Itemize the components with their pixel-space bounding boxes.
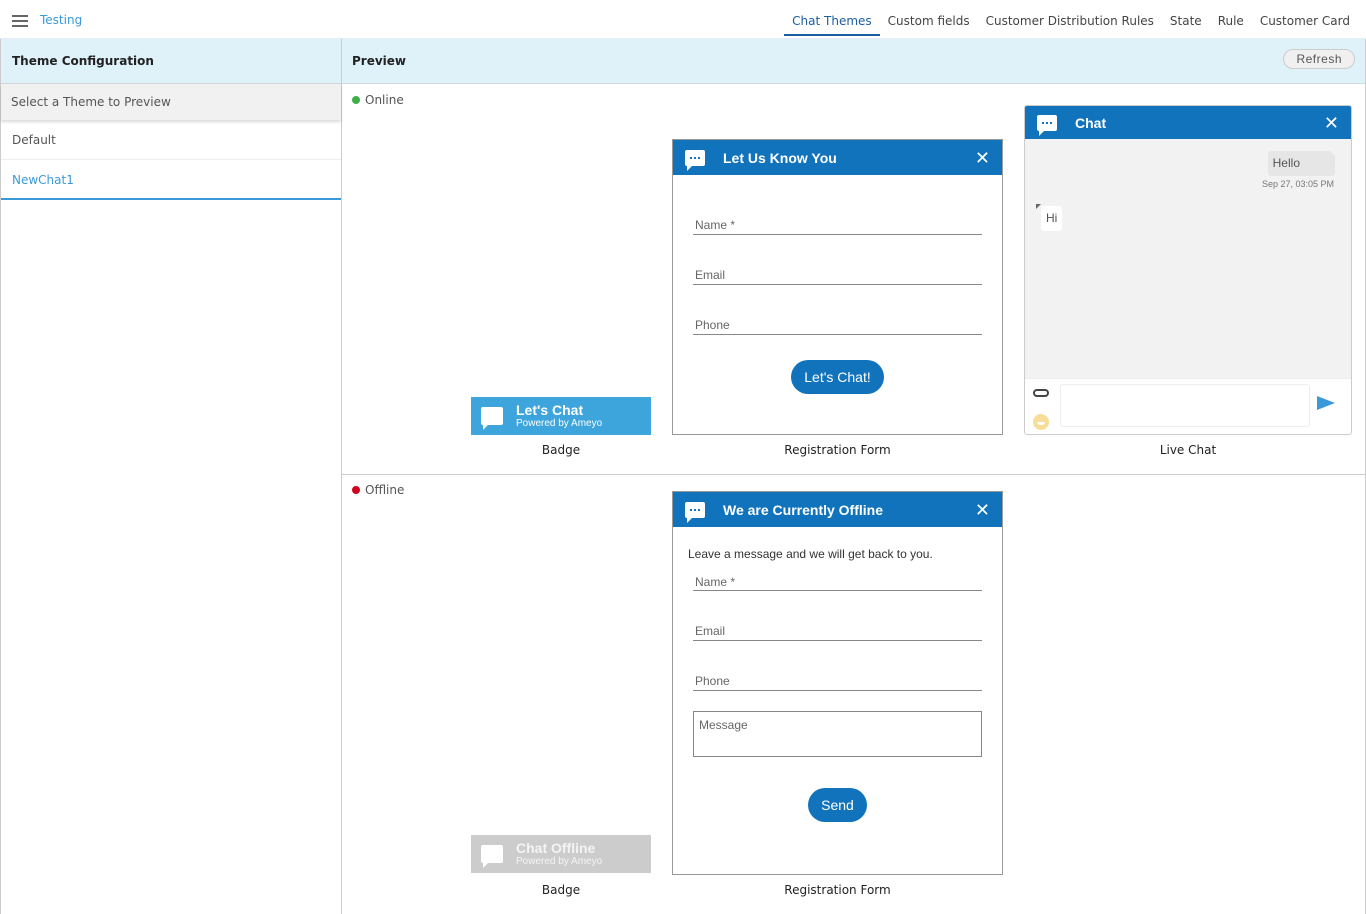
offline-name-input[interactable] [693, 557, 982, 590]
offline-badge[interactable]: Chat Offline Powered by Ameyo [471, 835, 651, 873]
chat-bubble-icon [481, 407, 503, 430]
close-icon[interactable]: ✕ [1324, 114, 1339, 132]
menu-icon[interactable] [12, 15, 28, 27]
chat-icon [685, 149, 705, 171]
offline-badge-title: Chat Offline [516, 839, 596, 856]
live-chat-title: Chat [1075, 114, 1107, 131]
online-status-label: Online [365, 93, 404, 107]
refresh-button[interactable]: Refresh [1283, 49, 1355, 69]
chat-messages: Hello Sep 27, 03:05 PM Hi [1025, 139, 1351, 379]
send-icon[interactable] [1317, 396, 1335, 410]
theme-configuration-panel: Theme Configuration Select a Theme to Pr… [0, 39, 342, 914]
online-status: Online [352, 93, 404, 107]
offline-form-header: We are Currently Offline ✕ [673, 492, 1002, 527]
top-bar: Testing Chat Themes Custom fields Custom… [0, 0, 1366, 39]
preview-panel: Preview Refresh Online Let's Chat Powere… [342, 39, 1366, 914]
incoming-message: Hi [1035, 204, 1063, 231]
tab-customer-distribution-rules[interactable]: Customer Distribution Rules [978, 0, 1162, 36]
tab-state[interactable]: State [1162, 0, 1210, 36]
offline-form-title: We are Currently Offline [723, 501, 884, 518]
close-icon[interactable]: ✕ [975, 149, 990, 167]
theme-configuration-title: Theme Configuration [1, 39, 341, 84]
offline-badge-caption: Badge [541, 883, 581, 897]
theme-item-default[interactable]: Default [1, 120, 341, 160]
online-status-dot [352, 96, 360, 104]
online-name-input[interactable] [693, 199, 982, 234]
online-email-input[interactable] [693, 249, 982, 284]
chat-input-bar [1025, 378, 1351, 434]
tab-rule[interactable]: Rule [1210, 0, 1252, 36]
online-form-header: Let Us Know You ✕ [673, 140, 1002, 175]
app-title[interactable]: Testing [40, 13, 82, 27]
live-chat-caption: Live Chat [1159, 443, 1217, 457]
message-timestamp: Sep 27, 03:05 PM [1261, 179, 1334, 189]
online-name-field[interactable] [693, 199, 982, 235]
offline-name-field[interactable] [693, 557, 982, 591]
online-badge[interactable]: Let's Chat Powered by Ameyo [471, 397, 651, 435]
online-badge-title: Let's Chat [516, 401, 584, 418]
attachment-icon[interactable] [1033, 389, 1049, 397]
online-registration-form: Let Us Know You ✕ Let's Chat! [672, 139, 1003, 435]
outgoing-message: Hello [1267, 151, 1337, 176]
offline-badge-subtitle: Powered by Ameyo [516, 855, 603, 867]
offline-email-input[interactable] [693, 605, 982, 640]
online-badge-subtitle: Powered by Ameyo [516, 417, 603, 429]
emoji-icon[interactable] [1033, 414, 1049, 430]
offline-email-field[interactable] [693, 605, 982, 641]
section-divider [342, 474, 1366, 475]
online-email-field[interactable] [693, 249, 982, 285]
offline-status-label: Offline [365, 483, 405, 497]
online-phone-input[interactable] [693, 299, 982, 334]
live-chat-window: Chat ✕ Hello Sep 27, 03:05 PM Hi [1024, 105, 1352, 435]
lets-chat-button[interactable]: Let's Chat! [791, 360, 884, 394]
live-chat-header: Chat ✕ [1025, 106, 1351, 139]
chat-message-input[interactable] [1060, 384, 1310, 427]
theme-item-newchat1[interactable]: NewChat1 [1, 160, 341, 200]
chat-bubble-icon [481, 845, 503, 868]
close-icon[interactable]: ✕ [975, 501, 990, 519]
send-button[interactable]: Send [808, 788, 867, 822]
offline-registration-form: We are Currently Offline ✕ Leave a messa… [672, 491, 1003, 875]
preview-title: Preview [352, 54, 407, 68]
online-form-caption: Registration Form [784, 443, 891, 457]
online-badge-caption: Badge [541, 443, 581, 457]
chat-textarea[interactable] [1061, 385, 1309, 426]
main-tabs: Chat Themes Custom fields Customer Distr… [784, 0, 1358, 39]
chat-icon [1037, 114, 1057, 136]
offline-message-field[interactable] [693, 711, 982, 757]
offline-phone-field[interactable] [693, 655, 982, 691]
online-form-title: Let Us Know You [723, 149, 837, 166]
offline-message-input[interactable] [694, 712, 981, 756]
offline-form-caption: Registration Form [784, 883, 891, 897]
tab-customer-card[interactable]: Customer Card [1252, 0, 1358, 36]
tab-chat-themes[interactable]: Chat Themes [784, 0, 880, 36]
tab-custom-fields[interactable]: Custom fields [880, 0, 978, 36]
online-phone-field[interactable] [693, 299, 982, 335]
theme-list-header: Select a Theme to Preview [1, 84, 341, 120]
offline-status: Offline [352, 483, 404, 497]
preview-header: Preview Refresh [342, 39, 1365, 84]
offline-intro-text: Leave a message and we will get back to … [688, 547, 933, 561]
offline-status-dot [352, 486, 360, 494]
chat-icon [685, 501, 705, 523]
offline-phone-input[interactable] [693, 655, 982, 690]
